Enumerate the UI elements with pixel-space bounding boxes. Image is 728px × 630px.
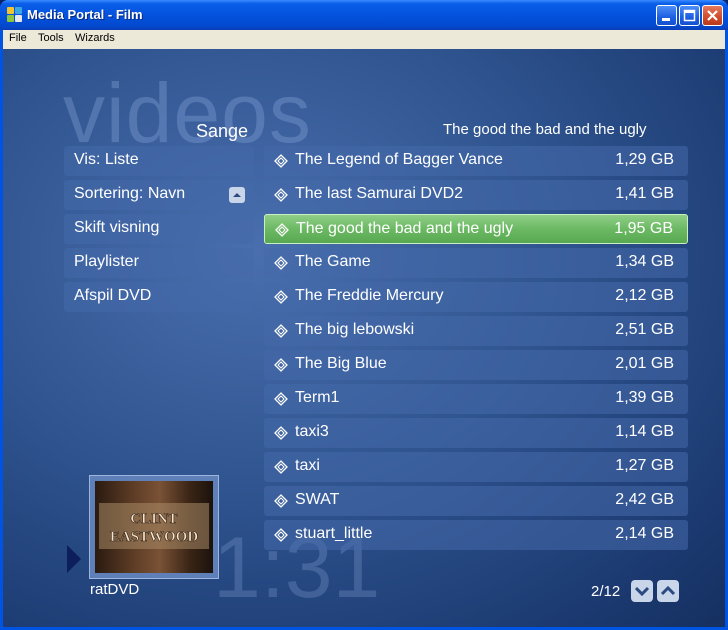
minimize-button[interactable] (656, 5, 677, 26)
list-item-name: The Legend of Bagger Vance (295, 151, 503, 168)
list-item-name: The Freddie Mercury (295, 287, 444, 304)
maximize-icon (683, 9, 696, 22)
list-item-size: 1,27 GB (615, 457, 674, 474)
play-dvd-label: Afspil DVD (74, 287, 152, 304)
list-item[interactable]: The Game 1,34 GB (264, 248, 688, 278)
video-file-icon (274, 494, 288, 508)
play-dvd-button[interactable]: Afspil DVD (64, 282, 254, 312)
list-item-size: 1,41 GB (615, 185, 674, 202)
list-item[interactable]: taxi 1,27 GB (264, 452, 688, 482)
list-item-name: Term1 (295, 389, 340, 406)
chevron-up-icon (660, 585, 676, 596)
poster-text-2: EASTWOOD (110, 529, 199, 545)
video-file-icon (274, 256, 288, 270)
media-portal-screen: videos 1:31 Sange The good the bad and t… (3, 49, 725, 627)
list-item-size: 2,12 GB (615, 287, 674, 304)
app-icon (7, 7, 22, 22)
video-file-icon (274, 460, 288, 474)
list-item-size: 1,95 GB (614, 220, 673, 237)
menu-bar: File Tools Wizards (3, 30, 725, 49)
title-bar[interactable]: Media Portal - Film (0, 0, 728, 30)
video-file-icon (274, 358, 288, 372)
list-item-size: 2,14 GB (615, 525, 674, 542)
list-item[interactable]: stuart_little 2,14 GB (264, 520, 688, 550)
sort-button[interactable]: Sortering: Navn (64, 180, 254, 210)
list-item[interactable]: The last Samurai DVD2 1,41 GB (264, 180, 688, 210)
switch-view-label: Skift visning (74, 219, 160, 236)
video-file-icon (274, 290, 288, 304)
view-mode-button[interactable]: Vis: Liste (64, 146, 254, 176)
list-item-name: taxi (295, 457, 320, 474)
maximize-button[interactable] (679, 5, 700, 26)
window-title: Media Portal - Film (27, 7, 143, 22)
view-title: Sange (196, 121, 249, 141)
video-file-icon (274, 528, 288, 542)
video-file-icon (274, 392, 288, 406)
list-item-size: 2,42 GB (615, 491, 674, 508)
list-item[interactable]: The Freddie Mercury 2,12 GB (264, 282, 688, 312)
list-item-size: 2,51 GB (615, 321, 674, 338)
list-item-name: stuart_little (295, 525, 373, 542)
cover-image: CLINT EASTWOOD (95, 481, 213, 573)
switch-view-button[interactable]: Skift visning (64, 214, 254, 244)
cover-thumbnail[interactable]: CLINT EASTWOOD (89, 475, 219, 579)
list-item-name: The Game (295, 253, 371, 270)
menu-file[interactable]: File (9, 32, 27, 44)
list-item-name: The Big Blue (295, 355, 387, 372)
chevron-down-icon (634, 586, 650, 597)
video-file-icon (274, 188, 288, 202)
close-icon (707, 10, 718, 21)
sort-ascending-icon[interactable] (229, 187, 245, 203)
close-button[interactable] (702, 5, 723, 26)
list-item-name: taxi3 (295, 423, 329, 440)
page-up-button[interactable] (657, 580, 679, 602)
list-item[interactable]: The good the bad and the ugly 1,95 GB (264, 214, 688, 244)
list-item-name: SWAT (295, 491, 340, 508)
list-item-size: 1,39 GB (615, 389, 674, 406)
play-arrow-icon (67, 545, 81, 573)
list-item-size: 1,14 GB (615, 423, 674, 440)
page-down-button[interactable] (631, 580, 653, 602)
playlists-label: Playlister (74, 253, 139, 270)
list-item-size: 1,34 GB (615, 253, 674, 270)
sort-label: Sortering: Navn (74, 185, 186, 202)
list-item[interactable]: SWAT 2,42 GB (264, 486, 688, 516)
minimize-icon (662, 18, 670, 21)
list-item-name: The last Samurai DVD2 (295, 185, 464, 202)
thumbnail-caption: ratDVD (90, 581, 140, 598)
video-file-icon (274, 426, 288, 440)
list-item-size: 1,29 GB (615, 151, 674, 168)
list-item[interactable]: The Big Blue 2,01 GB (264, 350, 688, 380)
page-indicator: 2/12 (591, 583, 621, 600)
list-item[interactable]: taxi3 1,14 GB (264, 418, 688, 448)
playlists-button[interactable]: Playlister (64, 248, 254, 278)
video-file-icon (274, 154, 288, 168)
list-item-name: The big lebowski (295, 321, 415, 338)
app-window: Media Portal - Film File Tools Wizards v… (0, 0, 728, 630)
view-mode-label: Vis: Liste (74, 151, 139, 168)
list-item[interactable]: Term1 1,39 GB (264, 384, 688, 414)
video-file-icon (274, 324, 288, 338)
list-item-size: 2,01 GB (615, 355, 674, 372)
movie-poster: CLINT EASTWOOD (99, 503, 209, 549)
video-file-icon (275, 223, 289, 237)
list-item-name: The good the bad and the ugly (296, 220, 514, 237)
menu-wizards[interactable]: Wizards (75, 32, 115, 44)
selected-item-title: The good the bad and the ugly (443, 121, 647, 138)
menu-tools[interactable]: Tools (38, 32, 64, 44)
poster-text-1: CLINT (130, 511, 178, 527)
list-item[interactable]: The big lebowski 2,51 GB (264, 316, 688, 346)
list-item[interactable]: The Legend of Bagger Vance 1,29 GB (264, 146, 688, 176)
